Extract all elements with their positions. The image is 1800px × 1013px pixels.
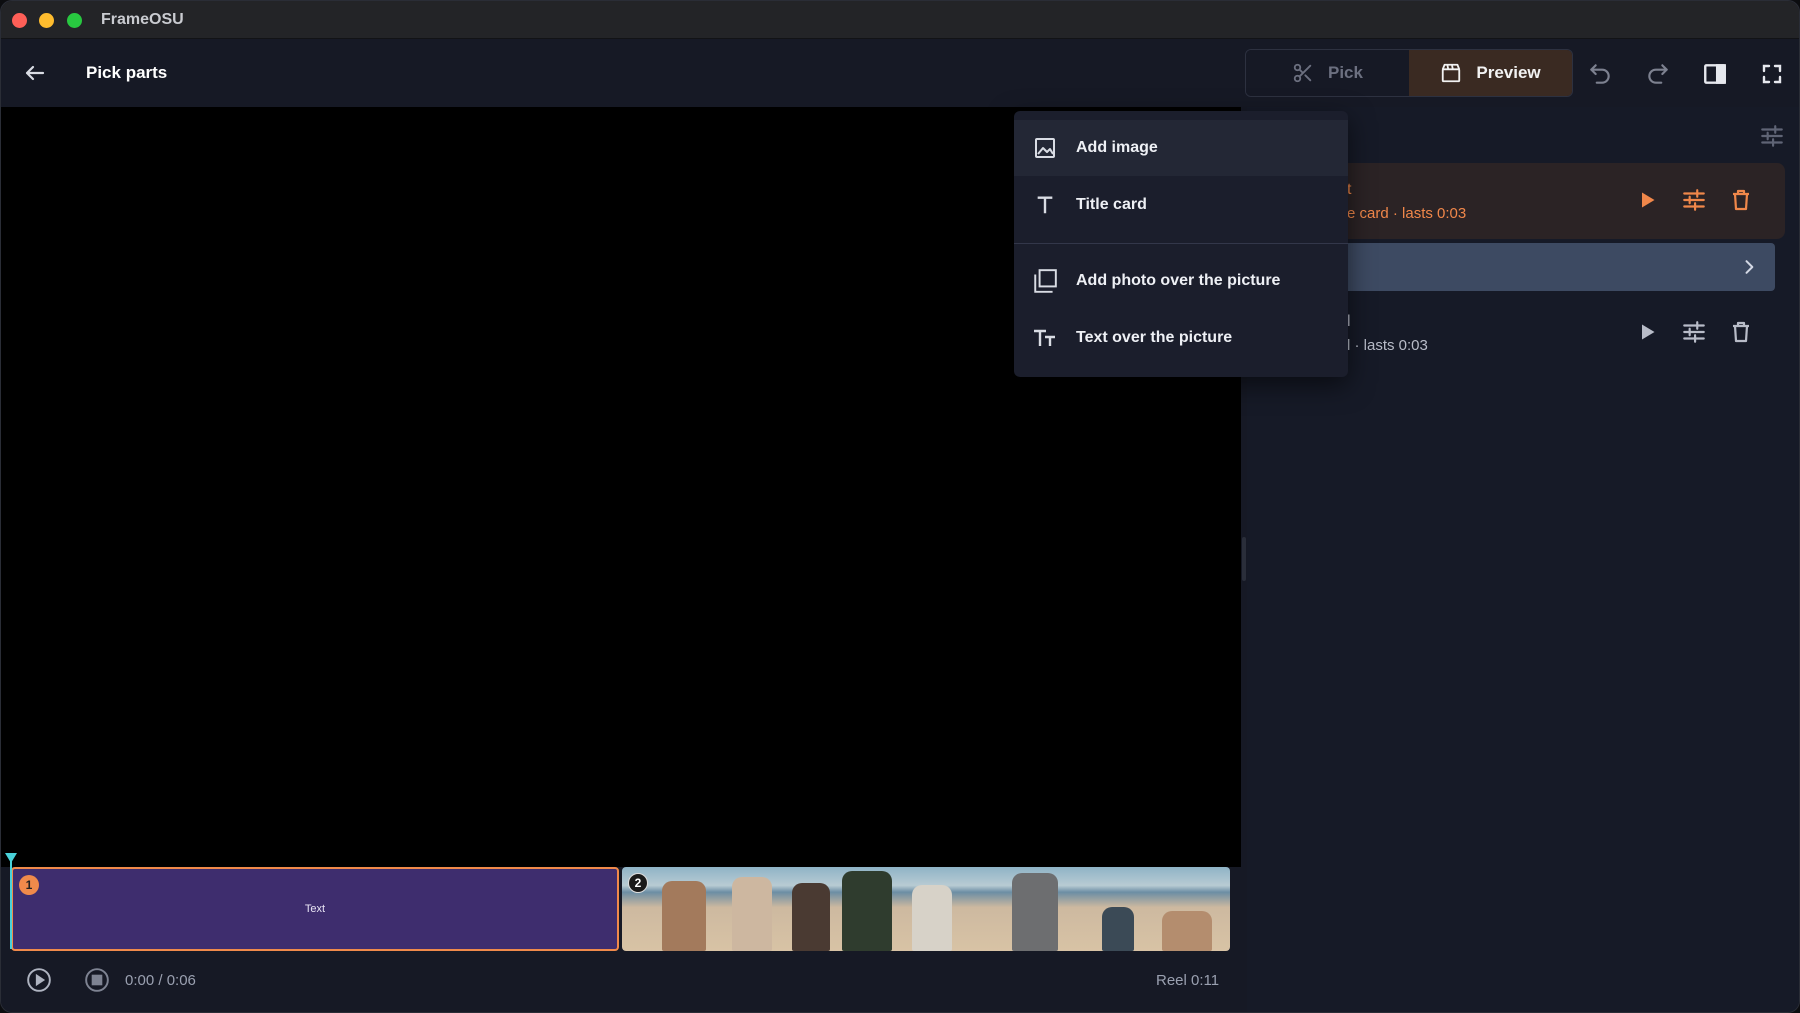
- clip-item-subtitle: e card · lasts 0:03: [1347, 205, 1467, 222]
- menu-separator: [1014, 243, 1348, 244]
- menu-item-label: Add image: [1076, 139, 1158, 156]
- app-window: FrameOSU Pick parts Pick Preview t e car…: [0, 0, 1800, 1013]
- play-icon: [1642, 324, 1655, 340]
- delete-clip-button[interactable]: [1724, 315, 1758, 349]
- play-icon: [1642, 192, 1655, 208]
- pick-mode-button[interactable]: Pick: [1246, 50, 1409, 96]
- preview-mode-label: Preview: [1476, 63, 1541, 82]
- play-circle-icon: [27, 968, 51, 992]
- sliders-icon: [1683, 189, 1705, 211]
- resize-handle[interactable]: [1242, 537, 1246, 581]
- image-icon: [1030, 133, 1060, 163]
- scissors-icon: [1293, 63, 1312, 83]
- timeline-clip-title-card[interactable]: 1 Text: [11, 867, 619, 951]
- video-thumbnail-figure: [842, 871, 892, 951]
- video-thumbnail-figure: [732, 877, 772, 951]
- add-menu: Add image Title card Add photo over the …: [1014, 111, 1348, 377]
- playhead[interactable]: [10, 853, 12, 949]
- close-window-button[interactable]: [12, 13, 27, 28]
- menu-item-add-image[interactable]: Add image: [1014, 120, 1348, 176]
- menu-item-label: Title card: [1076, 196, 1147, 213]
- toggle-sidebar-button[interactable]: [1698, 57, 1732, 91]
- redo-button[interactable]: [1641, 57, 1675, 91]
- reel-duration: Reel 0:11: [1156, 972, 1220, 989]
- video-thumbnail-figure: [1012, 873, 1058, 951]
- preview-mode-button[interactable]: Preview: [1409, 50, 1572, 96]
- fullscreen-icon: [1762, 64, 1782, 84]
- text-t-icon: [1030, 190, 1060, 220]
- chevron-right-icon: [1737, 255, 1761, 279]
- mode-switch: Pick Preview: [1245, 49, 1573, 97]
- text-size-icon: [1030, 323, 1060, 353]
- fullscreen-button[interactable]: [1755, 57, 1789, 91]
- panel-settings-button[interactable]: [1755, 119, 1789, 153]
- menu-item-label: Text over the picture: [1076, 329, 1233, 346]
- sliders-icon: [1683, 321, 1705, 343]
- time-readout: 0:00 / 0:06: [125, 972, 196, 989]
- arrow-left-icon: [25, 65, 45, 81]
- adjust-clip-button[interactable]: [1677, 183, 1711, 217]
- delete-clip-button[interactable]: [1724, 183, 1758, 217]
- clip-label: Text: [304, 903, 326, 915]
- menu-item-label: Add photo over the picture: [1076, 272, 1281, 289]
- video-thumbnail-figure: [912, 885, 952, 951]
- redo-icon: [1648, 64, 1668, 84]
- stop-circle-icon: [85, 968, 109, 992]
- clapperboard-icon: [1442, 63, 1461, 83]
- menu-item-add-photo-overlay[interactable]: Add photo over the picture: [1014, 253, 1348, 309]
- sidebar-panel-icon: [1704, 64, 1726, 84]
- title-bar: FrameOSU: [1, 1, 1799, 39]
- app-title: FrameOSU: [101, 11, 184, 28]
- video-thumbnail-figure: [662, 881, 706, 951]
- undo-icon: [1590, 64, 1610, 84]
- adjust-clip-button[interactable]: [1677, 315, 1711, 349]
- zoom-window-button[interactable]: [67, 13, 82, 28]
- undo-button[interactable]: [1583, 57, 1617, 91]
- back-button[interactable]: [19, 57, 51, 89]
- menu-item-text-overlay[interactable]: Text over the picture: [1014, 310, 1348, 366]
- play-clip-button[interactable]: [1630, 315, 1664, 349]
- video-thumbnail-figure: [792, 883, 830, 951]
- timeline-clip-beach-video[interactable]: 2: [622, 867, 1230, 951]
- video-thumbnail-figure: [1102, 907, 1134, 951]
- clip-index-badge: 2: [628, 873, 648, 893]
- stop-button[interactable]: [83, 966, 111, 994]
- clip-item-subtitle: l · lasts 0:03: [1347, 337, 1428, 354]
- trash-icon: [1733, 189, 1749, 211]
- toolbar: Pick parts Pick Preview: [1, 39, 1799, 107]
- menu-item-title-card[interactable]: Title card: [1014, 177, 1348, 233]
- minimize-window-button[interactable]: [39, 13, 54, 28]
- pick-mode-label: Pick: [1328, 63, 1363, 82]
- video-thumbnail-figure: [1162, 911, 1212, 951]
- play-button[interactable]: [25, 966, 53, 994]
- overlay-photo-icon: [1030, 266, 1060, 296]
- trash-icon: [1733, 321, 1749, 343]
- playhead-handle[interactable]: [5, 853, 17, 863]
- clip-index-badge: 1: [19, 875, 39, 895]
- play-clip-button[interactable]: [1630, 183, 1664, 217]
- page-title: Pick parts: [86, 63, 168, 82]
- sliders-icon: [1761, 125, 1783, 147]
